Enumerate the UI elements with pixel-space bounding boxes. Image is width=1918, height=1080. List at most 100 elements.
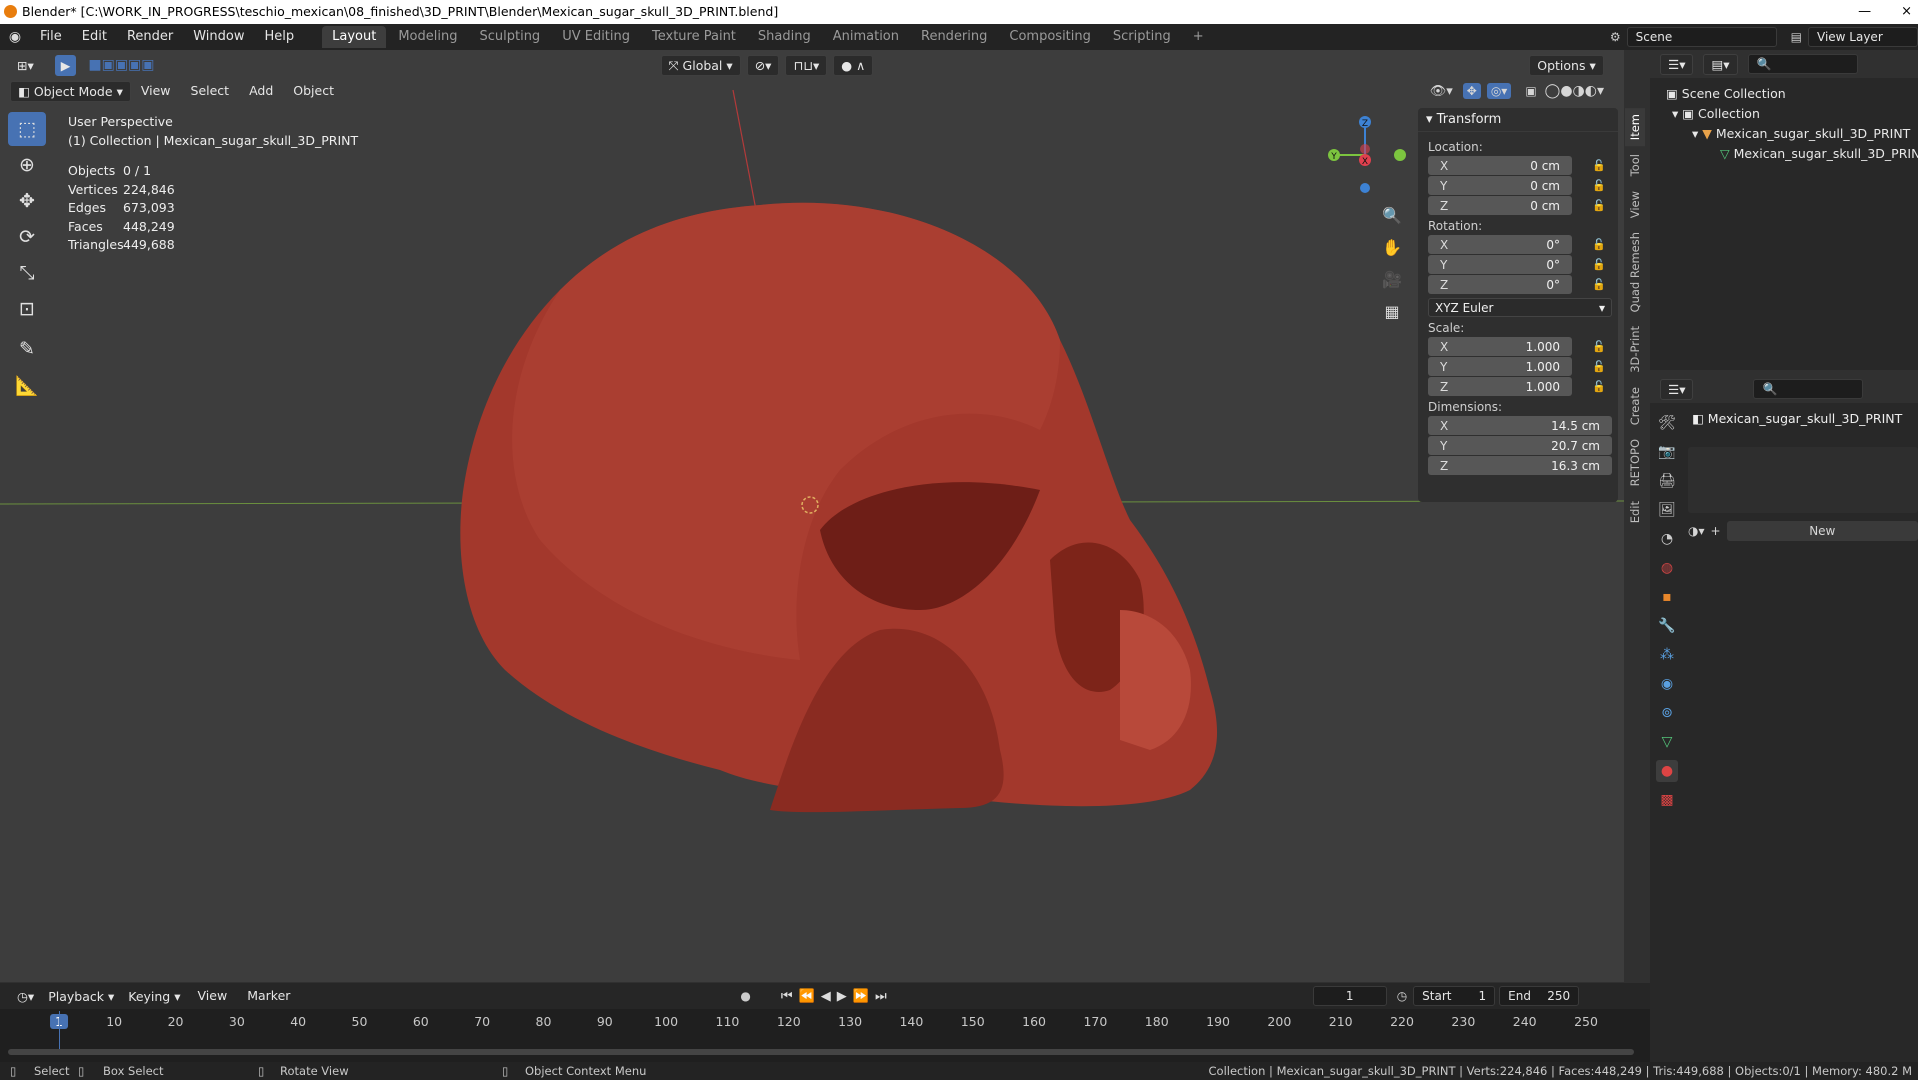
render-properties-icon[interactable]: 📷: [1656, 441, 1678, 463]
location-z-field[interactable]: Z0 cm: [1428, 196, 1572, 215]
new-material-button[interactable]: New: [1726, 521, 1918, 541]
rotation-x-field[interactable]: X 0°: [1428, 235, 1572, 254]
tab-sculpting[interactable]: Sculpting: [469, 26, 550, 48]
lock-icon[interactable]: 🔓: [1592, 360, 1606, 373]
tab-uv-editing[interactable]: UV Editing: [552, 26, 640, 48]
particles-properties-icon[interactable]: ⁂: [1656, 644, 1678, 666]
blender-menu-icon[interactable]: ◉: [0, 29, 30, 45]
tab-animation[interactable]: Animation: [823, 26, 909, 48]
zoom-icon[interactable]: 🔍: [1380, 200, 1404, 232]
scene-properties-icon[interactable]: ◔: [1656, 528, 1678, 550]
overlay-toggle-icon[interactable]: ◎▾: [1486, 83, 1512, 99]
pivot-point-icon[interactable]: ⊘▾: [746, 54, 780, 76]
tab-rendering[interactable]: Rendering: [911, 26, 997, 48]
current-frame-field[interactable]: 1: [1312, 986, 1387, 1006]
gizmo-toggle-icon[interactable]: ✥: [1462, 83, 1481, 99]
object-mode-dropdown[interactable]: ◧ Object Mode ▾: [10, 80, 131, 102]
record-icon[interactable]: ●: [740, 989, 750, 1003]
menu-help[interactable]: Help: [255, 24, 305, 50]
timeline-editor-type-icon[interactable]: ◷▾: [10, 986, 41, 1007]
visibility-icon[interactable]: 👁▾: [1430, 84, 1453, 99]
tab-retopo[interactable]: RETOPO: [1625, 433, 1645, 492]
cursor-tool-icon[interactable]: ⊕: [8, 148, 46, 182]
tool-properties-icon[interactable]: 🛠: [1656, 412, 1678, 434]
menu-render[interactable]: Render: [117, 24, 183, 50]
view-layer-selector[interactable]: View Layer: [1808, 27, 1918, 47]
selection-mode-icons[interactable]: ■▣▣▣▣: [88, 57, 154, 73]
tab-scripting[interactable]: Scripting: [1103, 26, 1181, 48]
move-tool-icon[interactable]: ✥: [8, 184, 46, 218]
editor-type-button[interactable]: ⊞▾: [10, 55, 41, 76]
outliner-mesh-data[interactable]: ▽ Mexican_sugar_skull_3D_PRINT: [1666, 144, 1918, 164]
tab-create[interactable]: Create: [1625, 381, 1645, 431]
minimize-button[interactable]: —: [1858, 0, 1871, 24]
dimensions-y-field[interactable]: Y 20.7 cm: [1428, 436, 1612, 455]
rotation-y-field[interactable]: Y 0°: [1428, 255, 1572, 274]
timeline-view-menu[interactable]: View: [188, 983, 238, 1009]
viewport-menu-add[interactable]: Add: [239, 78, 283, 104]
xray-icon[interactable]: ▣: [1525, 84, 1536, 98]
lock-icon[interactable]: 🔓: [1592, 179, 1606, 192]
outliner-collection[interactable]: ▾ ▣ Collection: [1666, 104, 1918, 124]
add-workspace-button[interactable]: +: [1183, 26, 1214, 48]
tab-compositing[interactable]: Compositing: [999, 26, 1101, 48]
select-mode-icon[interactable]: ▶: [54, 54, 77, 76]
transform-orientation-dropdown[interactable]: ⤧ Global ▾: [660, 54, 741, 76]
outliner-scene-collection[interactable]: ▣ Scene Collection: [1666, 84, 1918, 104]
dimensions-z-field[interactable]: Z 16.3 cm: [1428, 456, 1612, 475]
timeline-marker-menu[interactable]: Marker: [237, 983, 300, 1009]
scene-selector[interactable]: Scene: [1626, 27, 1777, 47]
menu-file[interactable]: File: [30, 24, 72, 50]
tab-item[interactable]: Item: [1625, 108, 1645, 147]
tab-modeling[interactable]: Modeling: [388, 26, 467, 48]
scale-tool-icon[interactable]: ⤡: [8, 256, 46, 290]
rotate-tool-icon[interactable]: ⟳: [8, 220, 46, 254]
tab-view[interactable]: View: [1625, 185, 1645, 224]
viewport-menu-object[interactable]: Object: [283, 78, 344, 104]
mesh-data-properties-icon[interactable]: ▽: [1656, 731, 1678, 753]
material-browse-icon[interactable]: ◑▾: [1688, 524, 1705, 538]
close-button[interactable]: ×: [1901, 0, 1912, 24]
scale-z-field[interactable]: Z 1.000: [1428, 377, 1572, 396]
playback-menu[interactable]: Playback ▾: [41, 986, 121, 1007]
physics-properties-icon[interactable]: ◉: [1656, 673, 1678, 695]
annotate-tool-icon[interactable]: ✎: [8, 332, 46, 366]
viewport-menu-view[interactable]: View: [131, 78, 181, 104]
snap-icon[interactable]: ⊓⊔▾: [785, 54, 828, 76]
menu-window[interactable]: Window: [183, 24, 254, 50]
tab-shading[interactable]: Shading: [748, 26, 821, 48]
navigation-gizmo[interactable]: Z Y X: [1320, 108, 1420, 203]
start-frame-field[interactable]: Start 1: [1413, 986, 1496, 1006]
scale-y-field[interactable]: Y 1.000: [1428, 357, 1572, 376]
display-mode-icon[interactable]: ▤▾: [1703, 53, 1738, 75]
outliner-editor-type-icon[interactable]: ☰▾: [1660, 53, 1694, 75]
location-x-field[interactable]: X0 cm: [1428, 156, 1572, 175]
viewport-menu-select[interactable]: Select: [181, 78, 240, 104]
view-layer-properties-icon[interactable]: 🖼: [1656, 499, 1678, 521]
select-tool-icon[interactable]: ⬚: [8, 112, 46, 146]
tab-layout[interactable]: Layout: [322, 26, 387, 48]
lock-icon[interactable]: 🔓: [1592, 340, 1606, 353]
timeline[interactable]: 1102030405060708090100110120130140150160…: [0, 1009, 1650, 1062]
pan-hand-icon[interactable]: ✋: [1380, 232, 1404, 264]
lock-icon[interactable]: 🔓: [1592, 258, 1606, 271]
texture-properties-icon[interactable]: ▩: [1656, 789, 1678, 811]
dimensions-x-field[interactable]: X 14.5 cm: [1428, 416, 1612, 435]
playback-controls-icons[interactable]: ⏮⏪◀▶⏩⏭: [781, 989, 893, 1004]
options-dropdown[interactable]: Options ▾: [1529, 54, 1604, 76]
material-slot-list[interactable]: [1688, 447, 1918, 513]
keying-menu[interactable]: Keying ▾: [121, 986, 187, 1007]
end-frame-field[interactable]: End 250: [1499, 986, 1580, 1006]
tab-texture-paint[interactable]: Texture Paint: [642, 26, 746, 48]
tab-tool[interactable]: Tool: [1625, 148, 1645, 182]
properties-editor-type-icon[interactable]: ☰▾: [1660, 378, 1694, 400]
tab-quad-remesh[interactable]: Quad Remesh: [1625, 226, 1645, 318]
outliner-object[interactable]: ▾ ▼ Mexican_sugar_skull_3D_PRINT: [1666, 124, 1918, 144]
grid-view-icon[interactable]: ▦: [1380, 296, 1404, 328]
tab-edit[interactable]: Edit: [1625, 495, 1645, 529]
outliner-search-input[interactable]: 🔍: [1747, 54, 1858, 74]
timeline-scrollbar[interactable]: [8, 1049, 1634, 1055]
constraints-properties-icon[interactable]: ⊚: [1656, 702, 1678, 724]
proportional-edit-icon[interactable]: ● ∧: [833, 54, 874, 76]
lock-icon[interactable]: 🔓: [1592, 238, 1606, 251]
